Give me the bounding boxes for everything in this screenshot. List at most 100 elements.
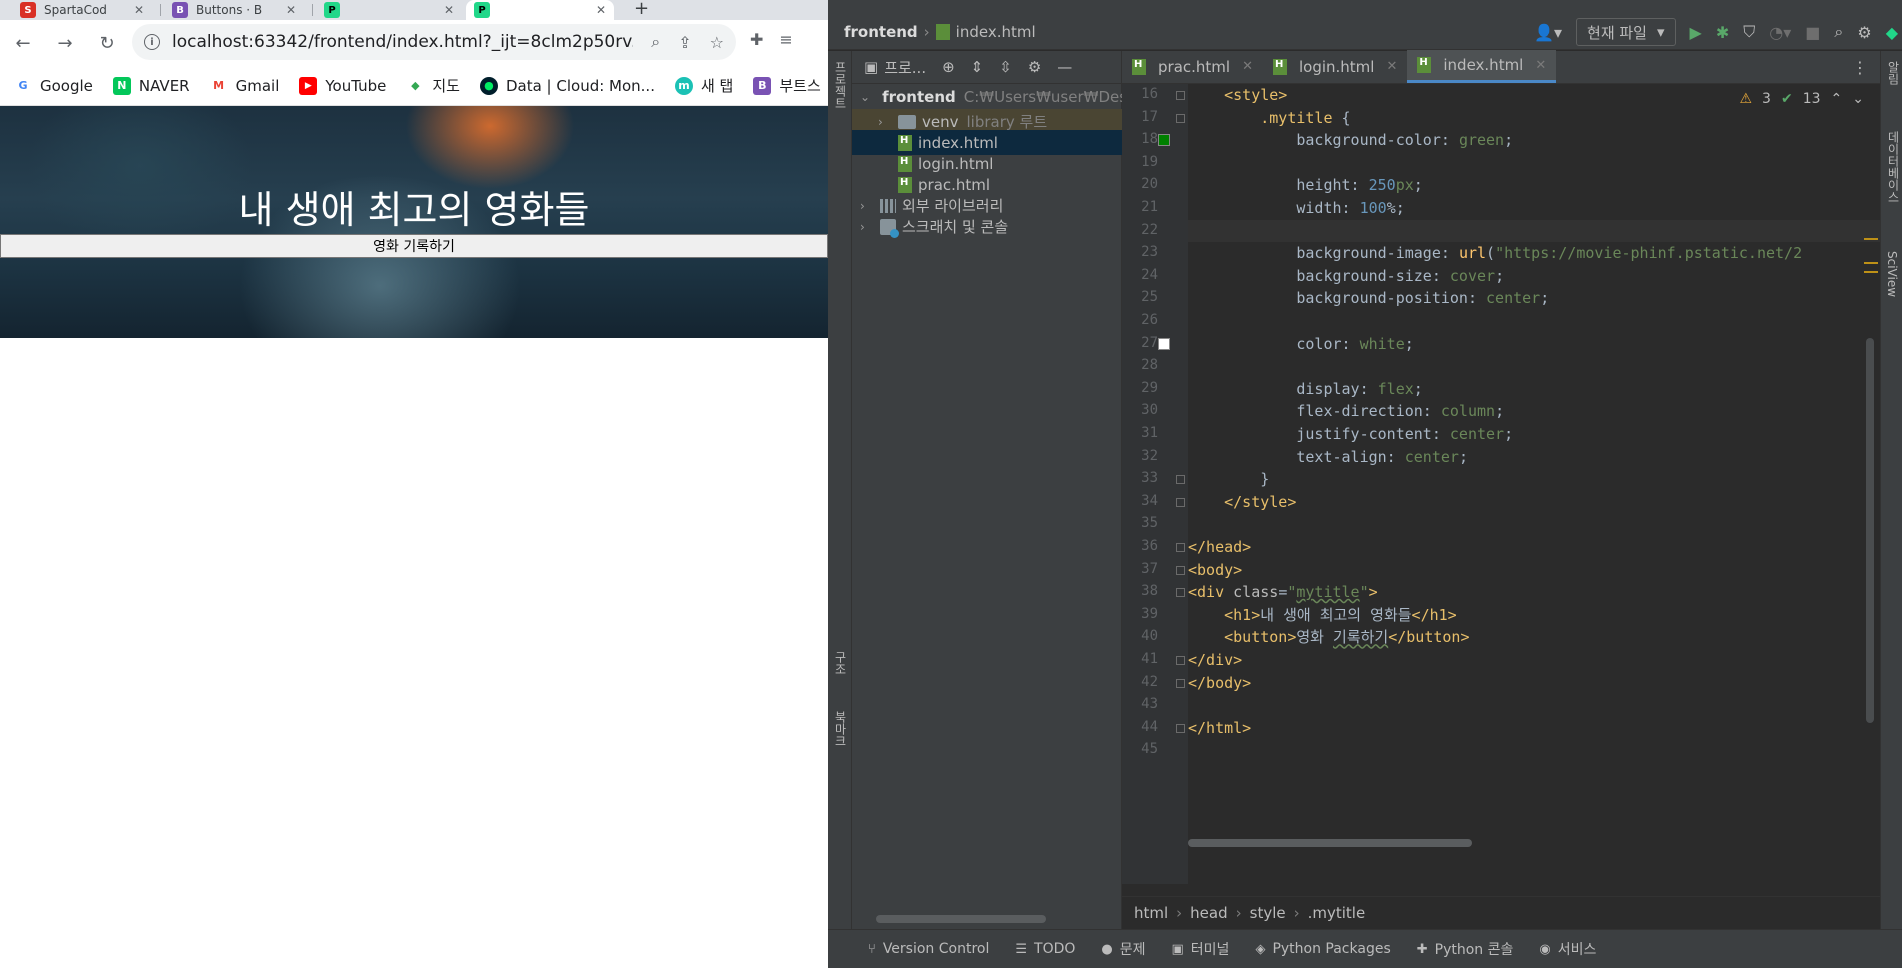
fold-marker-icon[interactable]: [1176, 565, 1185, 575]
bookmark-youtube[interactable]: ▶ YouTube: [299, 76, 386, 95]
code-line[interactable]: [1188, 694, 1880, 716]
search-icon[interactable]: ⌕: [1834, 22, 1843, 42]
code-line[interactable]: background-position: center;: [1188, 287, 1880, 309]
bookmark-bootstrap[interactable]: B 부트스: [753, 75, 821, 96]
bookmark-star-icon[interactable]: ☆: [710, 33, 724, 52]
code-line[interactable]: </style>: [1188, 491, 1880, 513]
fold-marker-icon[interactable]: [1176, 497, 1185, 507]
structure-tool-button[interactable]: 구조: [832, 651, 849, 675]
vertical-scrollbar[interactable]: [1866, 338, 1874, 723]
zoom-icon[interactable]: ⌕: [651, 32, 660, 52]
warning-stripe-mark[interactable]: [1864, 262, 1878, 264]
code-line[interactable]: width: 100%;: [1188, 197, 1880, 219]
reload-icon[interactable]: ↻: [92, 28, 122, 58]
code-line[interactable]: color: white;: [1188, 333, 1880, 355]
fold-marker-icon[interactable]: [1176, 588, 1185, 598]
chevron-right-icon[interactable]: ›: [860, 199, 874, 213]
settings-gear-icon[interactable]: ⚙: [1857, 23, 1871, 42]
collapse-all-icon[interactable]: ⇳: [999, 58, 1012, 76]
next-highlight-icon[interactable]: ⌄: [1852, 91, 1864, 107]
bookmarks-tool-button[interactable]: 북마크: [832, 711, 849, 747]
coverage-icon[interactable]: ⛉: [1743, 22, 1755, 42]
extensions-puzzle-icon[interactable]: ✚: [750, 30, 763, 49]
more-options-icon[interactable]: ⋮: [1852, 58, 1868, 77]
fold-marker-icon[interactable]: [1176, 723, 1185, 733]
close-tab-icon[interactable]: ✕: [1386, 59, 1397, 74]
code-line[interactable]: [1188, 513, 1880, 535]
close-tab-icon[interactable]: ✕: [438, 3, 454, 17]
bookmark-mongodb[interactable]: ● Data | Cloud: Mon...: [479, 76, 655, 95]
fold-marker-icon[interactable]: [1176, 543, 1185, 552]
notifications-tool-button[interactable]: 알림: [1885, 61, 1902, 85]
fold-marker-icon[interactable]: [1176, 91, 1185, 100]
fold-marker-icon[interactable]: [1176, 113, 1185, 123]
close-tab-icon[interactable]: ✕: [1242, 59, 1253, 74]
close-tab-icon[interactable]: ✕: [590, 3, 606, 17]
bookmark-new-tab[interactable]: m새 탭: [674, 75, 733, 96]
database-tool-button[interactable]: 데이터베이스: [1885, 131, 1902, 203]
chevron-down-icon[interactable]: ⌄: [860, 90, 870, 104]
code-line[interactable]: [1188, 219, 1880, 242]
fold-marker-icon[interactable]: [1176, 656, 1185, 665]
breadcrumb-item[interactable]: style: [1250, 904, 1286, 922]
fold-marker-icon[interactable]: [1176, 475, 1185, 485]
editor-tab-login-html[interactable]: login.html ✕: [1263, 50, 1407, 83]
run-icon[interactable]: ▶: [1690, 23, 1702, 42]
tool-window-button[interactable]: ⑂ Version Control: [868, 941, 989, 957]
code-line[interactable]: <body>: [1188, 559, 1880, 581]
color-swatch-icon[interactable]: [1158, 134, 1170, 147]
project-tool-button[interactable]: 프로젝트: [832, 61, 849, 109]
code-line[interactable]: [1188, 310, 1880, 332]
bookmark-google[interactable]: G Google: [14, 76, 93, 95]
inspection-widget[interactable]: ⚠ 3 ✔ 13 ⌃ ⌄: [1739, 91, 1864, 107]
browser-tab-3[interactable]: P ✕: [316, 0, 462, 20]
bookmark-maps[interactable]: ◆ 지도: [406, 75, 460, 96]
tool-window-button[interactable]: ▣ 터미널: [1172, 939, 1230, 959]
tool-window-button[interactable]: ● 문제: [1101, 939, 1145, 959]
code-line[interactable]: </html>: [1188, 717, 1880, 739]
code-line[interactable]: </body>: [1188, 672, 1880, 694]
code-line[interactable]: height: 250px;: [1188, 174, 1880, 196]
color-swatch-icon[interactable]: [1158, 337, 1170, 350]
code-line[interactable]: background-size: cover;: [1188, 265, 1880, 287]
code-line[interactable]: <h1>내 생애 최고의 영화들</h1>: [1188, 604, 1880, 626]
back-arrow-icon[interactable]: ←: [8, 28, 38, 58]
debug-icon[interactable]: ✱: [1716, 23, 1729, 42]
share-icon[interactable]: ⇪: [678, 33, 691, 52]
address-bar[interactable]: i localhost:63342/frontend/index.html?_i…: [132, 24, 736, 60]
chevron-right-icon[interactable]: ›: [860, 220, 874, 234]
code-line[interactable]: background-image: url("https://movie-phi…: [1188, 242, 1880, 264]
fold-marker-icon[interactable]: [1176, 678, 1185, 688]
stop-icon[interactable]: ■: [1805, 23, 1820, 42]
code-area[interactable]: <style> .mytitle { background-color: gre…: [1188, 84, 1880, 884]
close-tab-icon[interactable]: ✕: [1535, 58, 1546, 73]
horizontal-scrollbar[interactable]: [876, 915, 1046, 923]
close-tab-icon[interactable]: ✕: [280, 3, 296, 17]
editor-tab-index-html[interactable]: index.html ✕: [1407, 50, 1557, 83]
previous-highlight-icon[interactable]: ⌃: [1831, 91, 1843, 107]
code-line[interactable]: [1188, 739, 1880, 761]
warning-stripe-mark[interactable]: [1864, 271, 1878, 273]
browser-tab-4-active[interactable]: P ✕: [466, 0, 614, 20]
expand-all-icon[interactable]: ⇕: [971, 58, 984, 76]
browser-tab-2[interactable]: B Buttons · B ✕: [164, 0, 304, 20]
user-account-icon[interactable]: 👤▾: [1534, 23, 1562, 42]
code-line[interactable]: .mytitle {: [1188, 107, 1880, 129]
settings-gear-icon[interactable]: ⚙: [1028, 58, 1041, 76]
browser-tab-1[interactable]: S SpartaCod ✕: [12, 0, 152, 20]
code-line[interactable]: flex-direction: column;: [1188, 400, 1880, 422]
code-line[interactable]: }: [1188, 468, 1880, 490]
tool-window-button[interactable]: ◈ Python Packages: [1255, 941, 1390, 957]
tree-item-frontend[interactable]: ⌄ frontend C:₩Users₩user₩Deskt: [852, 84, 1122, 109]
nav-file-crumb[interactable]: index.html: [956, 23, 1036, 41]
tool-window-button[interactable]: ☰ TODO: [1015, 941, 1075, 957]
nav-project-crumb[interactable]: frontend: [844, 23, 918, 41]
hide-panel-icon[interactable]: —: [1057, 58, 1072, 76]
chevron-right-icon[interactable]: ›: [878, 115, 892, 129]
code-line[interactable]: [1188, 152, 1880, 174]
tool-window-button[interactable]: ◉ 서비스: [1539, 939, 1596, 959]
locate-target-icon[interactable]: ⊕: [942, 58, 955, 76]
bookmark-gmail[interactable]: M Gmail: [209, 76, 279, 95]
code-line[interactable]: display: flex;: [1188, 378, 1880, 400]
forward-arrow-icon[interactable]: →: [50, 28, 80, 58]
